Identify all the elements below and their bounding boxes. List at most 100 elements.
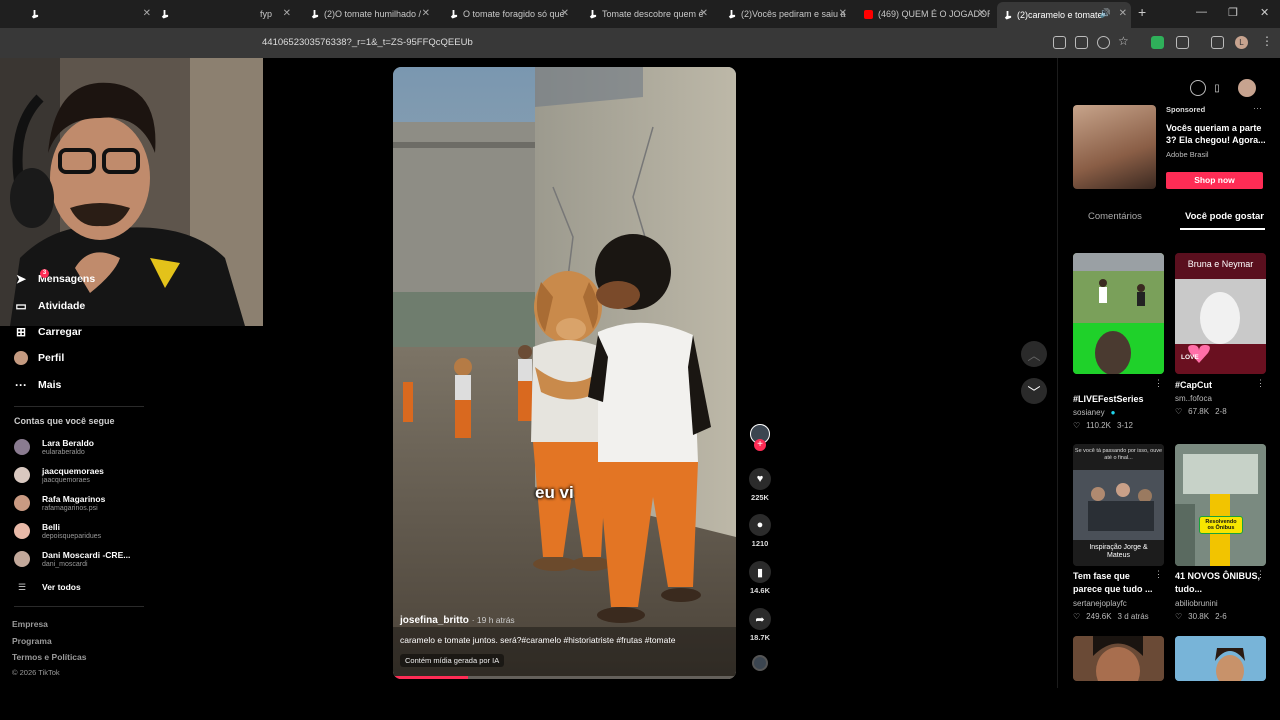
save-count: 14.6K: [749, 586, 770, 595]
recommended-video-card[interactable]: Bruna e Neymar LOVE: [1175, 253, 1266, 374]
profile-avatar[interactable]: L: [1235, 36, 1248, 49]
browser-tab[interactable]: ✕: [30, 4, 155, 24]
browser-tab[interactable]: (2)O tomate humilhado / ✕: [304, 4, 434, 24]
like-button[interactable]: ♥ 225K: [747, 468, 773, 502]
follow-plus-icon[interactable]: +: [754, 439, 766, 451]
recommended-video-card[interactable]: Resolvendo os Ônibus: [1175, 444, 1266, 566]
save-button[interactable]: ▮ 14.6K: [747, 561, 773, 595]
share-button[interactable]: ➦ 18.7K: [747, 608, 773, 642]
avatar: [14, 495, 30, 511]
ad-title[interactable]: Vocês queriam a parte 3? Ela chegou! Ago…: [1166, 122, 1266, 146]
heart-icon: ♡: [1073, 612, 1081, 621]
footer-link-company[interactable]: Empresa: [12, 619, 48, 629]
video-thumbnail: [1073, 636, 1164, 681]
new-tab-button[interactable]: +: [1138, 4, 1146, 20]
footer-link-program[interactable]: Programa: [12, 636, 52, 646]
card-overlay-text: Bruna e Neymar: [1187, 259, 1254, 269]
video-frame-image: [393, 67, 736, 679]
extensions-puzzle-icon[interactable]: [1176, 36, 1189, 49]
card-stats: ♡ 110.2K 3-12: [1073, 421, 1133, 430]
creator-avatar-button[interactable]: +: [747, 424, 773, 451]
browser-tab[interactable]: O tomate foragido só que ✕: [443, 4, 573, 24]
recommended-video-card[interactable]: Se você tá passando por isso, ouve até o…: [1073, 444, 1164, 566]
bookmark-star-icon[interactable]: ☆: [1118, 34, 1129, 48]
close-tab-icon[interactable]: ✕: [978, 8, 986, 19]
close-tab-icon[interactable]: ✕: [700, 8, 708, 19]
tiktok-icon: [728, 9, 736, 19]
zoom-icon[interactable]: [1097, 36, 1110, 49]
chrome-menu-icon[interactable]: ⋮: [1261, 34, 1273, 48]
close-tab-icon[interactable]: ✕: [422, 8, 430, 19]
ad-thumbnail[interactable]: [1073, 105, 1156, 189]
video-description[interactable]: caramelo e tomate juntos. será?#caramelo…: [400, 635, 675, 645]
following-item[interactable]: Belli depoisqueparidues: [14, 520, 101, 542]
card-title[interactable]: Tem fase que parece que tudo ...: [1073, 570, 1159, 596]
close-tab-icon[interactable]: ✕: [1119, 8, 1127, 19]
card-author[interactable]: sm..fofoca: [1175, 394, 1212, 403]
card-more-icon[interactable]: ⋮: [1256, 378, 1265, 389]
card-title[interactable]: #CapCut: [1175, 379, 1261, 392]
active-tab-indicator: [1180, 228, 1265, 230]
nav-upload[interactable]: ⊞ Carregar: [14, 325, 82, 339]
recommended-video-card[interactable]: 👏😍👏: [1073, 253, 1164, 374]
verified-icon: ●: [1110, 408, 1116, 417]
url-field[interactable]: 4410652303576338?_r=1&_t=ZS-95FFQcQEEUb: [262, 37, 473, 48]
install-icon[interactable]: [1075, 36, 1088, 49]
card-author[interactable]: sosianey ●: [1073, 408, 1115, 417]
nav-profile[interactable]: Perfil: [14, 351, 64, 365]
browser-tab[interactable]: (469) QUEM É O JOGADOR ✕: [860, 4, 990, 24]
speaker-icon[interactable]: 🔊: [1100, 8, 1111, 19]
translate-icon[interactable]: [1053, 36, 1066, 49]
close-tab-icon[interactable]: ✕: [561, 8, 569, 19]
next-video-button[interactable]: ﹀: [1021, 378, 1047, 404]
close-tab-icon[interactable]: ✕: [143, 8, 151, 19]
recommended-video-card[interactable]: [1073, 636, 1164, 681]
share-count: 18.7K: [749, 633, 770, 642]
see-all-following[interactable]: ☰ Ver todos: [14, 576, 81, 598]
panel-divider: [1057, 58, 1058, 688]
video-author[interactable]: josefina_britto · 19 h atrás: [400, 615, 515, 626]
extension-icon[interactable]: [1151, 36, 1164, 49]
footer-link-terms[interactable]: Termos e Políticas: [12, 652, 86, 662]
compass-icon[interactable]: [1190, 80, 1206, 96]
card-more-icon[interactable]: ⋮: [1154, 569, 1163, 580]
following-item[interactable]: Rafa Magarinos rafamagarinos.psi: [14, 492, 105, 514]
close-tab-icon[interactable]: ✕: [839, 8, 847, 19]
maximize-button[interactable]: ❐: [1228, 6, 1238, 19]
comment-button[interactable]: ● 1210: [747, 514, 773, 548]
browser-tab[interactable]: (2)Vocês pediram e saiu a ✕: [721, 4, 851, 24]
previous-video-button[interactable]: ︿: [1021, 341, 1047, 367]
shop-now-button[interactable]: Shop now: [1166, 172, 1263, 189]
ad-more-icon[interactable]: ···: [1253, 103, 1262, 113]
tiktok-icon: [450, 9, 458, 19]
card-more-icon[interactable]: ⋮: [1154, 378, 1163, 389]
nav-more[interactable]: ··· Mais: [14, 378, 61, 392]
nav-activity[interactable]: ▭ Atividade: [14, 299, 85, 313]
following-item[interactable]: Dani Moscardi -CRE... dani_moscardi: [14, 548, 130, 570]
card-title[interactable]: #LIVEFestSeries: [1073, 393, 1159, 406]
following-item[interactable]: jaacquemoraes jaacquemoraes: [14, 464, 104, 486]
video-progress-track[interactable]: [393, 676, 736, 679]
browser-tab[interactable]: fyp ✕: [160, 4, 295, 24]
close-tab-icon[interactable]: ✕: [283, 8, 291, 19]
card-author[interactable]: sertanejoplayfc: [1073, 599, 1127, 608]
close-window-button[interactable]: ✕: [1260, 6, 1269, 19]
recommended-video-card[interactable]: [1175, 636, 1266, 681]
nav-messages[interactable]: ➤ 3 Mensagens: [14, 269, 95, 286]
media-control-icon[interactable]: [1211, 36, 1224, 49]
love-sticker: LOVE: [1181, 354, 1199, 361]
video-player[interactable]: eu vi josefina_britto · 19 h atrás caram…: [393, 67, 736, 679]
browser-tab[interactable]: Tomate descobre quem é ✕: [582, 4, 712, 24]
browser-tab-active[interactable]: (2)caramelo e tomate 🔊 ✕: [997, 2, 1131, 28]
user-avatar[interactable]: [1238, 79, 1256, 97]
tab-comments[interactable]: Comentários: [1088, 211, 1142, 222]
card-more-icon[interactable]: ⋮: [1256, 569, 1265, 580]
tab-you-may-like[interactable]: Você pode gostar: [1185, 211, 1264, 222]
card-title[interactable]: 41 NOVOS ÔNIBUS, tudo...: [1175, 570, 1261, 596]
device-icon[interactable]: ▯: [1209, 80, 1225, 96]
following-item[interactable]: Lara Beraldo eularaberaldo: [14, 436, 94, 458]
music-disc-button[interactable]: [747, 655, 773, 671]
tiktok-icon: [161, 9, 169, 19]
minimize-button[interactable]: —: [1196, 6, 1207, 18]
card-author[interactable]: abiliobrunini: [1175, 599, 1218, 608]
